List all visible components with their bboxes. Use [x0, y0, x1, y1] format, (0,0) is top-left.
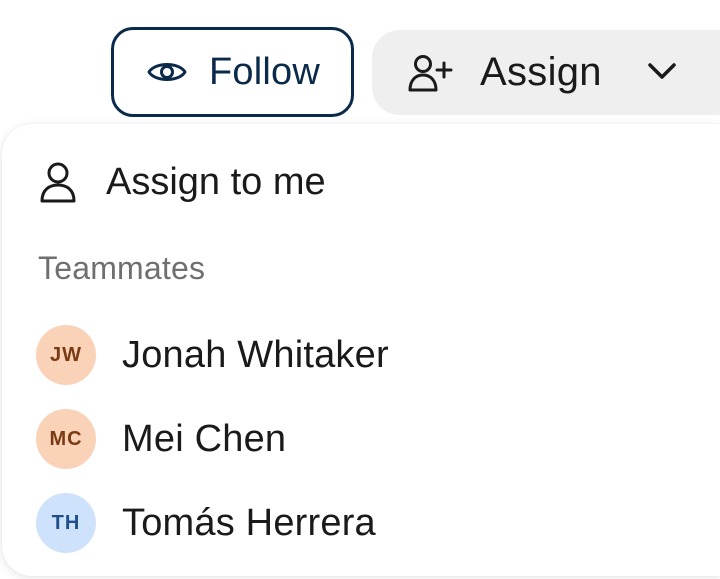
user-plus-icon	[408, 53, 454, 93]
assign-to-me-label: Assign to me	[106, 160, 326, 203]
chevron-down-icon[interactable]	[646, 60, 678, 82]
assign-toolbar-screen: Follow Assign Assign to me Teammates JW …	[0, 0, 720, 579]
assign-to-me-item[interactable]: Assign to me	[2, 146, 720, 218]
avatar: TH	[36, 493, 96, 553]
teammate-name: Jonah Whitaker	[122, 333, 389, 376]
teammates-section-label: Teammates	[38, 250, 206, 286]
teammate-item-mei-chen[interactable]: MC Mei Chen	[2, 402, 720, 476]
follow-button[interactable]: Follow	[111, 27, 354, 117]
assign-label: Assign	[480, 50, 602, 94]
assign-button[interactable]: Assign	[372, 30, 720, 115]
teammate-name: Mei Chen	[122, 417, 287, 460]
eye-icon	[147, 58, 187, 86]
user-icon	[38, 161, 78, 203]
assign-dropdown-menu: Assign to me Teammates JW Jonah Whitaker…	[2, 124, 720, 576]
follow-label: Follow	[209, 50, 321, 93]
avatar: MC	[36, 409, 96, 469]
avatar: JW	[36, 325, 96, 385]
teammate-name: Tomás Herrera	[122, 501, 376, 544]
teammate-item-jonah-whitaker[interactable]: JW Jonah Whitaker	[2, 318, 720, 392]
teammate-item-tomas-herrera[interactable]: TH Tomás Herrera	[2, 486, 720, 560]
